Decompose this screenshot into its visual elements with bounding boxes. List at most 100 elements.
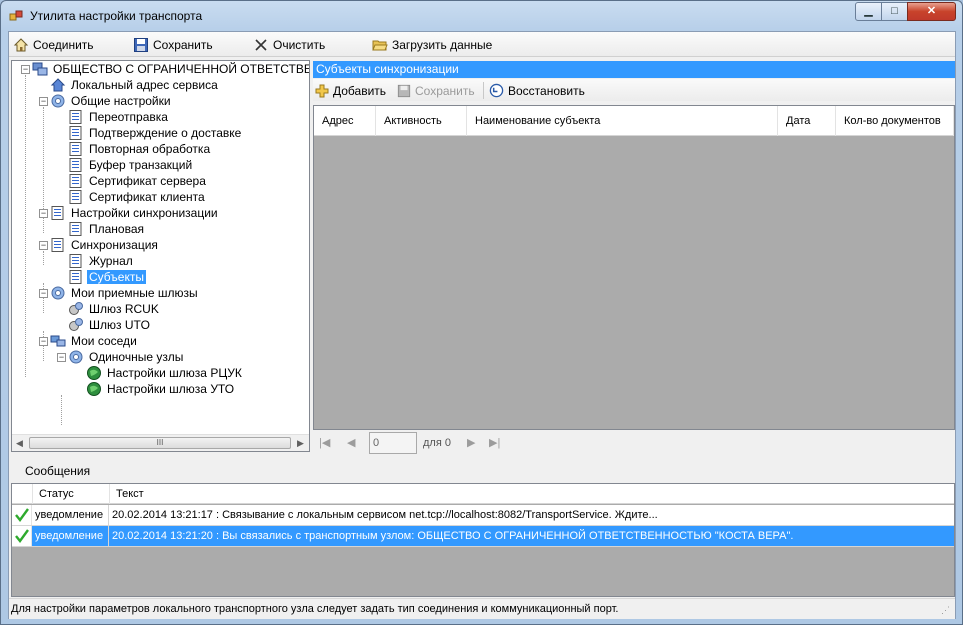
clear-button[interactable]: Очистить [253,35,325,54]
folder-open-icon [372,40,388,50]
message-row[interactable]: уведомление 20.02.2014 13:21:20 : Вы свя… [12,526,954,547]
tree-item-sync[interactable]: Синхронизация [50,237,160,253]
tree-item-root[interactable]: ОБЩЕСТВО С ОГРАНИЧЕННОЙ ОТВЕТСТВЕННОСТЬ [32,61,309,77]
message-status: уведомление [33,505,109,525]
tree-item-resend[interactable]: Переотправка [68,109,170,125]
title-bar[interactable]: Утилита настройки транспорта ▁ □ ✕ [1,1,962,31]
list-icon [69,190,82,204]
floppy-icon [397,84,411,97]
tree-item-delivery-confirm[interactable]: Подтверждение о доставке [68,125,243,141]
message-row[interactable]: уведомление 20.02.2014 13:21:17 : Связыв… [12,505,954,526]
tree-item-journal[interactable]: Журнал [68,253,135,269]
connect-button[interactable]: Соединить [13,35,94,54]
column-activity[interactable]: Активность [376,106,467,136]
gear-globe-icon [51,286,65,300]
prev-page-icon[interactable]: ◀ [347,436,355,449]
messages-grid[interactable]: Статус Текст уведомление 20.02.2014 13:2… [11,483,955,597]
save-label: Сохранить [153,37,213,52]
tree-item-gw-settings-rcuk[interactable]: Настройки шлюза РЦУК [86,365,244,381]
plus-icon [315,84,329,97]
tree-item-planned[interactable]: Плановая [68,221,146,237]
tree-item-label: Подтверждение о доставке [89,126,242,140]
maximize-button[interactable]: □ [881,2,908,21]
grid-header: Адрес Активность Наименование субъекта Д… [314,106,954,136]
globe-icon [87,366,101,380]
subjects-grid[interactable]: Адрес Активность Наименование субъекта Д… [313,105,955,430]
x-icon [255,38,267,51]
collapse-toggle[interactable]: − [39,289,48,298]
tree-item-general-settings[interactable]: Общие настройки [50,93,173,109]
minimize-button[interactable]: ▁ [855,2,882,21]
list-icon [51,238,64,252]
list-icon [69,158,82,172]
collapse-toggle[interactable]: − [57,353,66,362]
computers-icon [50,335,66,347]
tree-item-gw-settings-uto[interactable]: Настройки шлюза УТО [86,381,236,397]
restore-label: Восстановить [508,83,585,98]
tree-item-gw-rcuk[interactable]: Шлюз RCUK [68,301,161,317]
add-button[interactable]: Добавить [315,81,386,100]
tree-item-tx-buffer[interactable]: Буфер транзакций [68,157,194,173]
column-status[interactable]: Статус [33,484,110,504]
column-subject-name[interactable]: Наименование субъекта [467,106,778,136]
tree-item-label: Переотправка [89,110,168,124]
panel-save-button[interactable]: Сохранить [397,81,475,100]
tree-item-gw-uto[interactable]: Шлюз UTO [68,317,152,333]
panel-toolbar: Добавить Сохранить Восстановить [313,79,955,101]
column-doc-count[interactable]: Кол-во документов [836,106,954,136]
load-data-label: Загрузить данные [392,37,493,52]
tree-item-sync-settings[interactable]: Настройки синхронизации [50,205,220,221]
tree-item-server-cert[interactable]: Сертификат сервера [68,173,208,189]
collapse-toggle[interactable]: − [39,241,48,250]
panel-save-label: Сохранить [415,83,475,98]
panel-header: Субъекты синхронизации [313,61,955,78]
save-button[interactable]: Сохранить [133,35,213,54]
column-text[interactable]: Текст [110,484,954,504]
tree-connector [25,75,26,377]
scroll-thumb[interactable]: III [29,437,291,449]
first-page-icon[interactable]: |◀ [319,436,330,449]
check-icon [12,526,32,546]
settings-tree[interactable]: − ОБЩЕСТВО С ОГРАНИЧЕННОЙ ОТВЕТСТВЕННОСТ… [11,60,310,452]
load-data-button[interactable]: Загрузить данные [372,35,492,54]
app-icon [9,10,23,21]
tree-item-local-address[interactable]: Локальный адрес сервиса [50,77,220,93]
resize-grip-icon[interactable]: ⋰ [941,605,953,617]
scroll-right-icon[interactable]: ▶ [297,438,304,449]
last-page-icon[interactable]: ▶| [489,436,500,449]
collapse-toggle[interactable]: − [39,209,48,218]
column-date[interactable]: Дата [778,106,836,136]
add-label: Добавить [333,83,387,98]
tree-item-neighbors[interactable]: Мои соседи [50,333,139,349]
gear-globe-icon [69,350,83,364]
page-input[interactable]: 0 [369,432,417,454]
tree-item-subjects[interactable]: Субъекты [68,269,146,285]
tree-item-reprocess[interactable]: Повторная обработка [68,141,212,157]
list-icon [69,270,82,284]
clear-label: Очистить [273,37,326,52]
list-icon [69,126,82,140]
collapse-toggle[interactable]: − [39,97,48,106]
scroll-left-icon[interactable]: ◀ [16,438,23,449]
pager: |◀ ◀ 0 для 0 ▶ ▶| [313,431,955,455]
collapse-toggle[interactable]: − [39,337,48,346]
messages-header: Статус Текст [12,484,954,504]
tree-item-client-cert[interactable]: Сертификат клиента [68,189,207,205]
tree-item-label: Повторная обработка [89,142,211,156]
list-icon [69,222,82,236]
gears-icon [69,318,83,331]
close-button[interactable]: ✕ [907,2,956,21]
next-page-icon[interactable]: ▶ [467,436,475,449]
list-icon [69,254,82,268]
collapse-toggle[interactable]: − [21,65,30,74]
tree-horizontal-scrollbar[interactable]: ◀ III ▶ [12,434,309,451]
restore-button[interactable]: Восстановить [489,81,585,100]
list-icon [69,142,82,156]
tree-item-single-nodes[interactable]: Одиночные узлы [68,349,185,365]
column-address[interactable]: Адрес [314,106,376,136]
tree-item-label: Синхронизация [71,238,158,252]
messages-label: Сообщения [25,464,91,478]
client-area: Соединить Сохранить Очистить Загрузить д… [8,31,956,619]
main-toolbar: Соединить Сохранить Очистить Загрузить д… [9,32,955,57]
tree-item-gateways[interactable]: Мои приемные шлюзы [50,285,200,301]
